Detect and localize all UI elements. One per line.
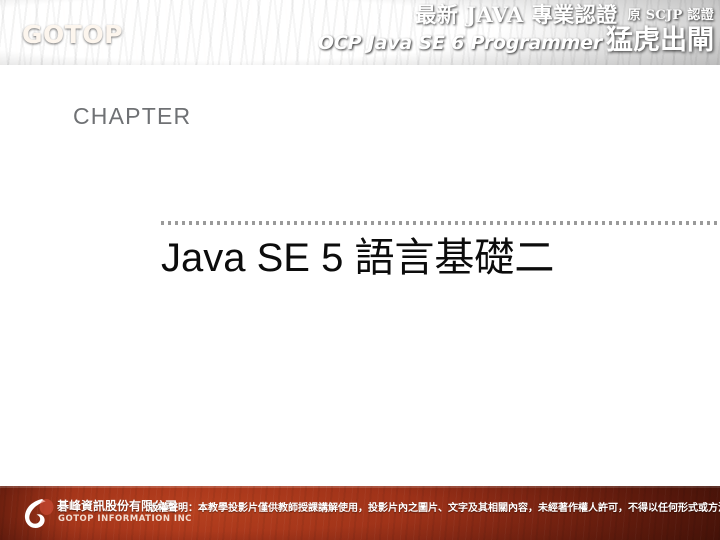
- title-divider-dotted-line: [161, 221, 720, 225]
- header-accent-rule: [0, 63, 720, 66]
- footer-company-name-en: GOTOP INFORMATION INC: [58, 514, 192, 524]
- presentation-slide: GOTOP 最新 JAVA 專業認證 原 SCJP 認證 OCP Java SE…: [0, 0, 720, 540]
- header-banner-text: 最新 JAVA 專業認證 原 SCJP 認證 OCP Java SE 6 Pro…: [317, 2, 714, 57]
- slide-title: Java SE 5 語言基礎二: [161, 236, 555, 280]
- banner-scjp-badge: 原 SCJP 認證: [627, 8, 714, 24]
- gotop-swoosh-icon: [24, 499, 54, 528]
- chapter-label: CHAPTER: [73, 103, 192, 129]
- banner-tagline: 猛虎出閘: [606, 25, 714, 57]
- banner-title-line2: OCP Java SE 6 Programmer: [317, 32, 602, 55]
- gotop-brand-logo: GOTOP: [22, 20, 123, 49]
- banner-title-line1: 最新 JAVA 專業認證: [415, 2, 618, 27]
- footer-copyright-notice: 版權聲明：本教學投影片僅供教師授課講解使用，投影片內之圖片、文字及其相關內容，未…: [148, 503, 720, 514]
